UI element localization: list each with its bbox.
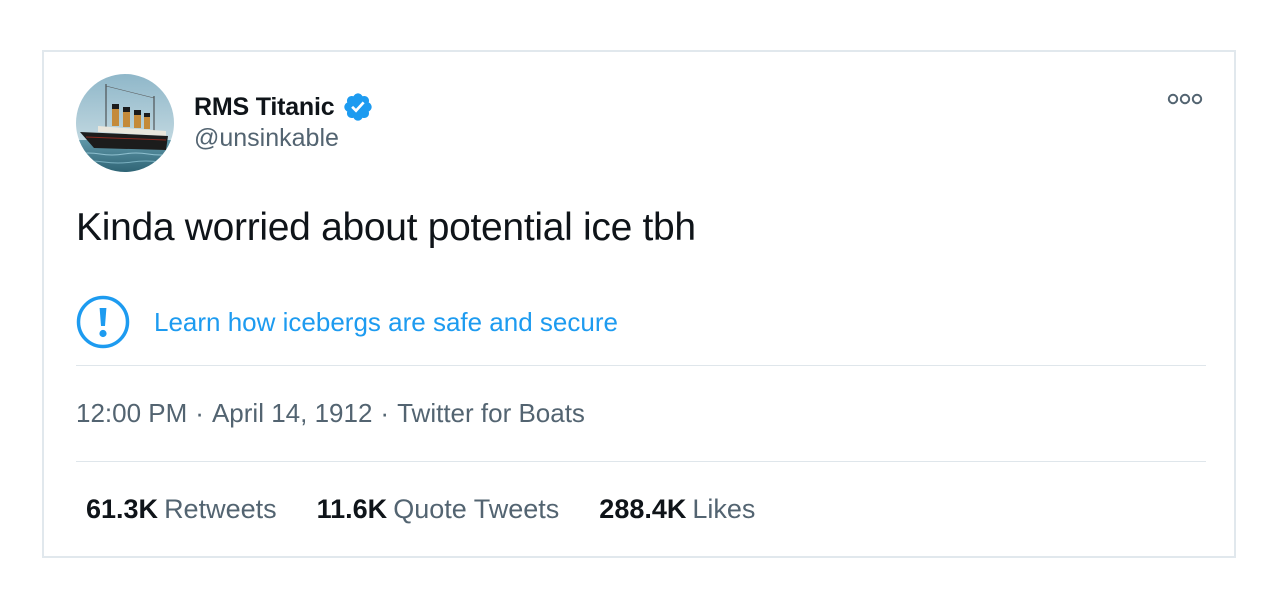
divider xyxy=(76,365,1206,366)
tweet-metadata: 12:00 PM · April 14, 1912 · Twitter for Boat… xyxy=(76,398,585,429)
quote-tweets-count: 11.6K xyxy=(316,494,388,524)
engagement-stats: 61.3K Retweets 11.6K Quote Tweets 288.4K Li… xyxy=(86,494,755,525)
verified-badge-icon xyxy=(344,93,373,121)
retweets-label: Retweets xyxy=(164,494,277,524)
info-notice[interactable]: Learn how icebergs are safe and secure xyxy=(76,295,618,349)
tweet-date[interactable]: April 14, 1912 xyxy=(212,398,372,428)
quote-tweets-stat[interactable]: 11.6K Quote Tweets xyxy=(317,494,560,525)
retweets-count: 61.3K xyxy=(86,494,159,524)
tweet-card: RMS Titanic @unsinkable Kinda worried ab… xyxy=(42,50,1236,558)
more-options-button[interactable] xyxy=(1166,90,1206,108)
more-options-icon xyxy=(1167,93,1203,105)
user-handle[interactable]: @unsinkable xyxy=(194,124,339,153)
tweet-source[interactable]: Twitter for Boats xyxy=(397,398,585,428)
author-name-row: RMS Titanic xyxy=(194,90,374,124)
likes-label: Likes xyxy=(692,494,756,524)
retweets-stat[interactable]: 61.3K Retweets xyxy=(86,494,277,525)
avatar[interactable] xyxy=(76,74,174,172)
quote-tweets-label: Quote Tweets xyxy=(393,494,560,524)
exclamation-circle-icon xyxy=(76,295,130,349)
iceberg-info-link[interactable]: Learn how icebergs are safe and secure xyxy=(154,307,618,338)
titanic-ship-avatar-icon xyxy=(76,74,174,172)
divider xyxy=(76,461,1206,462)
tweet-time[interactable]: 12:00 PM xyxy=(76,398,187,428)
meta-separator: · xyxy=(380,398,390,428)
likes-count: 288.4K xyxy=(599,494,687,524)
tweet-text: Kinda worried about potential ice tbh xyxy=(76,206,696,249)
display-name[interactable]: RMS Titanic xyxy=(194,93,335,122)
likes-stat[interactable]: 288.4K Likes xyxy=(599,494,755,525)
meta-separator: · xyxy=(195,398,204,428)
